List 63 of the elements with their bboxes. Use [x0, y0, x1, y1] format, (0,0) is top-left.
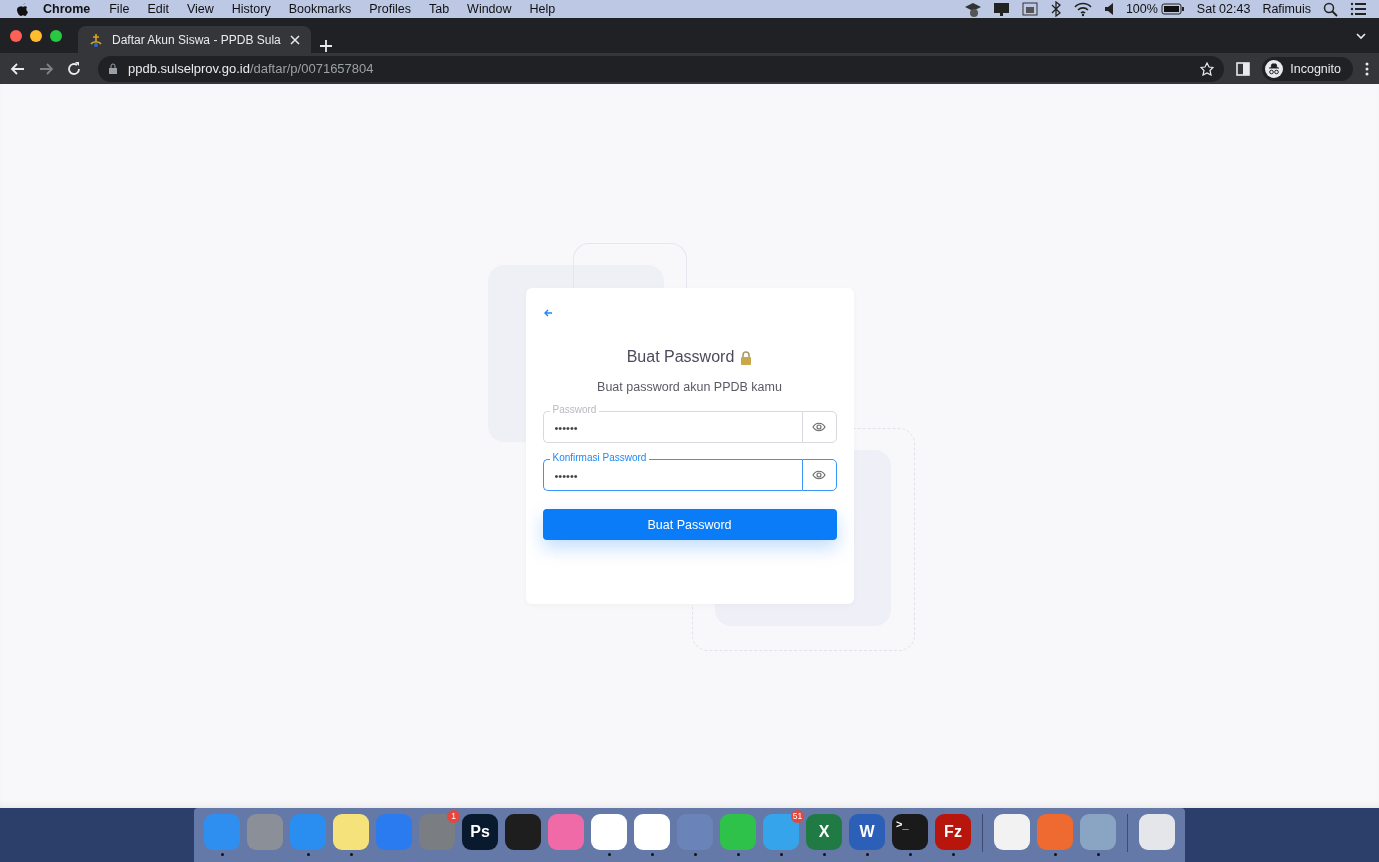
field-label: Password [549, 404, 600, 416]
menu-item[interactable]: History [222, 2, 280, 16]
menu-item[interactable]: Bookmarks [279, 2, 361, 16]
padlock-icon [740, 349, 753, 365]
zoom-window-button[interactable] [50, 29, 62, 42]
show-password-button[interactable] [801, 459, 837, 491]
app-icon[interactable] [333, 814, 369, 850]
menu-item[interactable]: Profiles [360, 2, 420, 16]
close-icon[interactable] [288, 33, 301, 46]
battery-icon[interactable] [1160, 2, 1185, 16]
app-icon[interactable]: >_ [892, 814, 928, 850]
menu-item[interactable]: Window [458, 2, 521, 16]
app-icon[interactable]: W [849, 814, 885, 850]
side-panel-icon[interactable] [1236, 61, 1251, 76]
close-window-button[interactable] [10, 29, 22, 42]
speaker-icon[interactable] [1103, 1, 1114, 17]
app-icon[interactable] [994, 814, 1030, 850]
menu-item[interactable]: Tab [419, 2, 459, 16]
app-icon[interactable]: Fz [935, 814, 971, 850]
tab-title: Daftar Akun Siswa - PPDB Sula [112, 32, 281, 47]
menu-item[interactable]: Help [520, 2, 565, 16]
wifi-icon[interactable] [1073, 1, 1092, 17]
back-arrow-icon[interactable] [10, 60, 26, 77]
monitor-icon[interactable] [992, 1, 1010, 17]
new-tab-icon[interactable] [318, 39, 333, 53]
submit-button[interactable]: Buat Password [542, 509, 837, 540]
app-icon[interactable]: Ps [462, 814, 498, 850]
card-title: Buat Password [626, 348, 735, 366]
star-icon[interactable] [1200, 61, 1215, 76]
search-icon[interactable] [1323, 1, 1338, 17]
clock[interactable]: Sat 02:43 [1196, 2, 1251, 16]
app-icon[interactable]: X [806, 814, 842, 850]
notification-badge: 1 [447, 810, 460, 823]
browser-tab[interactable]: Daftar Akun Siswa - PPDB Sula [78, 26, 311, 53]
incognito-icon [1265, 59, 1284, 78]
eye-icon [812, 421, 826, 433]
profile-button[interactable]: Incognito [1262, 56, 1353, 81]
eye-icon [812, 469, 826, 481]
window-icon[interactable] [1021, 1, 1038, 17]
app-icon[interactable] [634, 814, 670, 850]
battery-percentage: 100% [1125, 2, 1158, 16]
menu-item[interactable]: View [177, 2, 223, 16]
emblem-icon [88, 31, 104, 48]
address-bar[interactable]: ppdb.sulselprov.go.id/daftar/p/0071657804 [98, 55, 1225, 82]
bluetooth-icon[interactable] [1049, 1, 1062, 17]
url-text: ppdb.sulselprov.go.id/daftar/p/0071657804 [128, 61, 374, 76]
app-icon[interactable] [505, 814, 541, 850]
menu-item[interactable]: Chrome [29, 2, 101, 16]
menu-item[interactable]: Edit [138, 2, 178, 16]
user-name[interactable]: Rafimuis [1262, 2, 1311, 16]
card-subtitle: Buat password akun PPDB kamu [596, 380, 783, 394]
field-label: Konfirmasi Password [549, 452, 650, 464]
app-icon[interactable] [1139, 814, 1175, 850]
app-icon[interactable] [591, 814, 627, 850]
lock-icon [108, 62, 118, 75]
reload-icon[interactable] [66, 60, 82, 77]
graduation-cap-icon[interactable] [963, 1, 981, 17]
list-icon[interactable] [1350, 1, 1367, 17]
notification-badge: 51 [791, 810, 804, 823]
menu-item[interactable]: File [100, 2, 139, 16]
forward-arrow-icon[interactable] [38, 60, 54, 77]
more-options-icon[interactable] [1365, 61, 1369, 76]
minimize-window-button[interactable] [30, 29, 42, 42]
